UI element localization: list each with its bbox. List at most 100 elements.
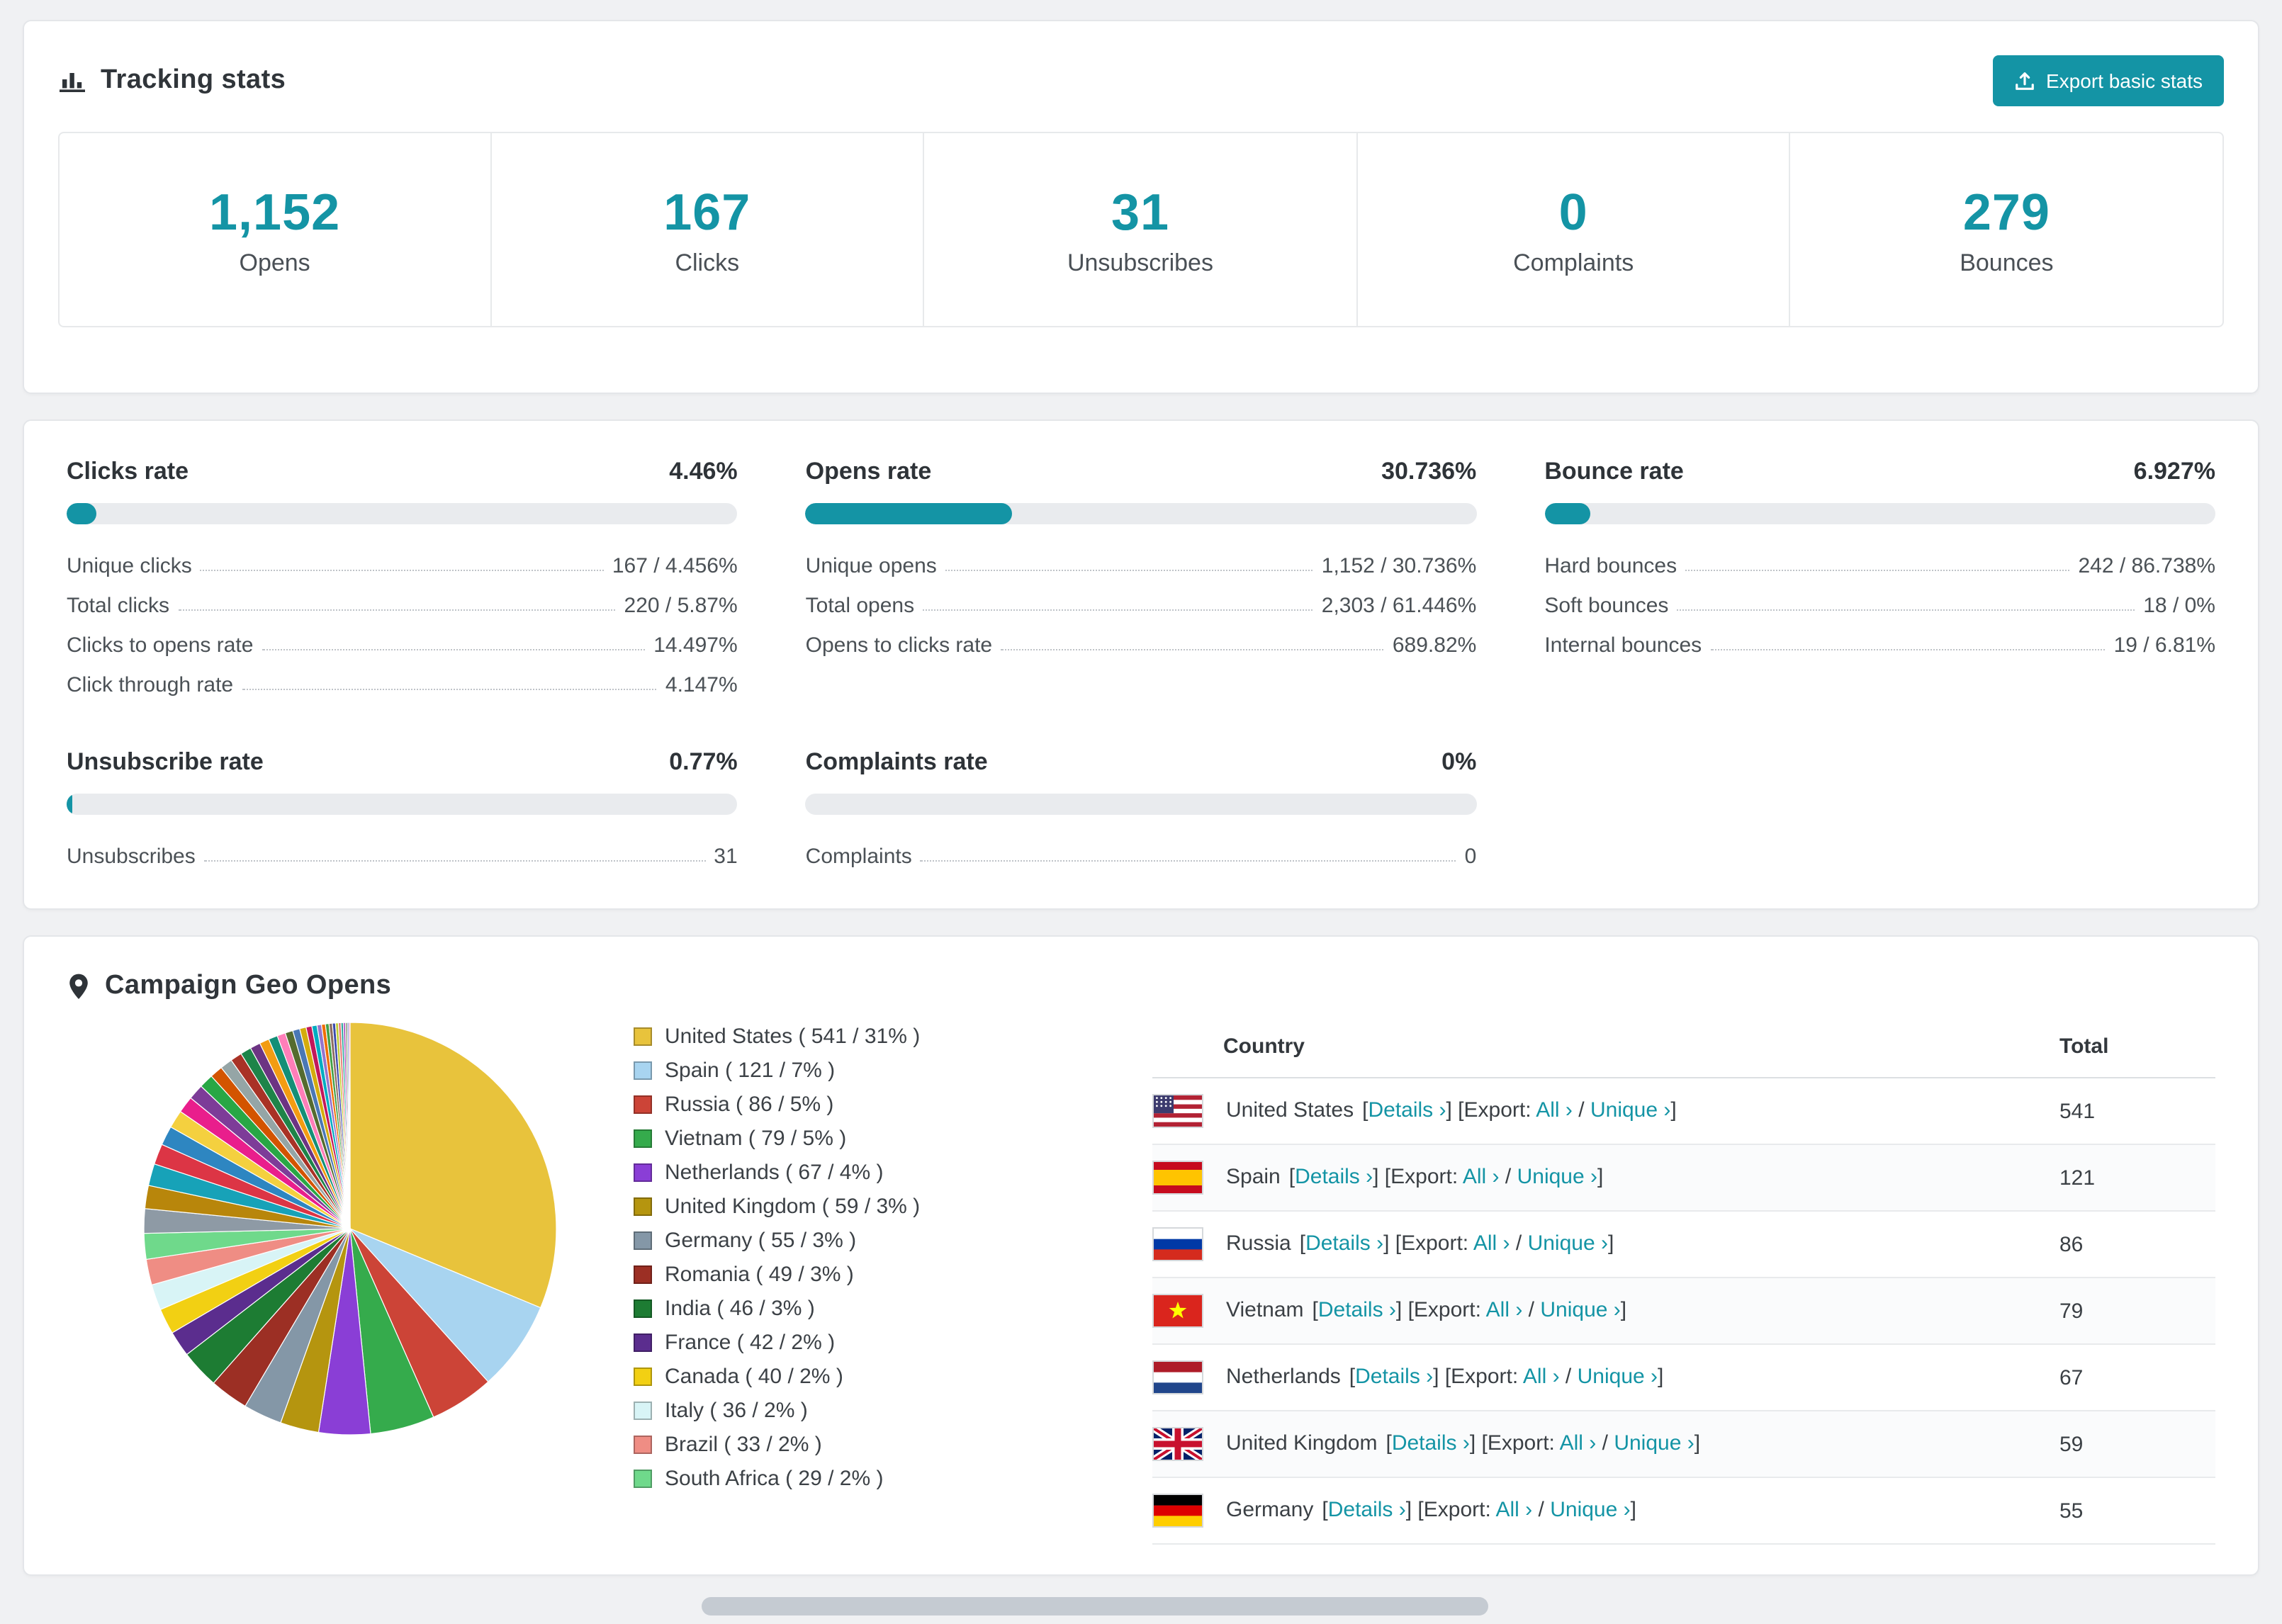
- export-unique-link[interactable]: Unique ›: [1528, 1231, 1608, 1256]
- stat-line: Unique clicks 167 / 4.456%: [67, 554, 738, 578]
- unsubscribes-count: 31: [1111, 182, 1170, 240]
- bracket-text: ] [Export:: [1373, 1164, 1463, 1189]
- legend-label: India ( 46 / 3% ): [665, 1297, 815, 1321]
- legend-item: Romania ( 49 / 3% ): [634, 1263, 1101, 1287]
- geo-table-row: Russia [Details ›] [Export: All › / Uniqu…: [1152, 1211, 2215, 1278]
- export-all-link[interactable]: All ›: [1496, 1498, 1533, 1522]
- export-unique-link[interactable]: Unique ›: [1517, 1165, 1597, 1189]
- bracket-text: ]: [1658, 1364, 1664, 1389]
- flag-de-icon: [1152, 1494, 1203, 1528]
- bracket-text: ] [Export:: [1469, 1431, 1560, 1455]
- legend-label: Russia ( 86 / 5% ): [665, 1093, 834, 1117]
- legend-item: Canada ( 40 / 2% ): [634, 1365, 1101, 1389]
- complaints-rate-title: Complaints rate: [805, 748, 988, 775]
- geo-pie-chart: [67, 1016, 634, 1545]
- flag-ru-icon: [1152, 1227, 1203, 1261]
- export-all-link[interactable]: All ›: [1463, 1165, 1500, 1189]
- geo-table-header-row: Country Total: [1152, 1016, 2215, 1078]
- opens-label: Opens: [239, 249, 310, 276]
- bracket-text: [: [1299, 1231, 1306, 1256]
- export-unique-link[interactable]: Unique ›: [1614, 1431, 1694, 1455]
- geo-pie: [143, 1022, 557, 1436]
- bracket-text: ]: [1630, 1497, 1636, 1522]
- details-link[interactable]: Details ›: [1305, 1231, 1383, 1256]
- stat-line: Clicks to opens rate 14.497%: [67, 633, 738, 658]
- geo-table-row: United States [Details ›] [Export: All › …: [1152, 1078, 2215, 1145]
- country-name: United States: [1226, 1098, 1354, 1122]
- details-link[interactable]: Details ›: [1368, 1098, 1446, 1122]
- export-unique-link[interactable]: Unique ›: [1578, 1365, 1658, 1389]
- geo-table-row: Spain [Details ›] [Export: All › / Unique…: [1152, 1144, 2215, 1212]
- legend-item: Vietnam ( 79 / 5% ): [634, 1127, 1101, 1151]
- legend-label: Romania ( 49 / 3% ): [665, 1263, 854, 1287]
- bracket-text: ]: [1694, 1431, 1701, 1455]
- export-all-link[interactable]: All ›: [1486, 1298, 1523, 1322]
- legend-swatch: [634, 1333, 652, 1352]
- campaign-geo-opens-card: Campaign Geo Opens United States ( 541 /…: [23, 935, 2259, 1576]
- export-all-link[interactable]: All ›: [1473, 1231, 1510, 1256]
- legend-label: Italy ( 36 / 2% ): [665, 1399, 808, 1423]
- export-basic-stats-button[interactable]: Export basic stats: [1992, 55, 2224, 106]
- flag-nl-icon: [1152, 1360, 1203, 1394]
- clicks-rate-value: 4.46%: [669, 458, 738, 485]
- details-link[interactable]: Details ›: [1318, 1298, 1396, 1322]
- stat-line: Complaints 0: [805, 845, 1477, 869]
- legend-swatch: [634, 1265, 652, 1284]
- legend-label: South Africa ( 29 / 2% ): [665, 1467, 884, 1491]
- geo-table-row: United Kingdom [Details ›] [Export: All ›…: [1152, 1411, 2215, 1478]
- total-value: 79: [2059, 1278, 2215, 1345]
- page: Tracking stats Export basic stats 1,152 …: [0, 0, 2282, 1624]
- legend-item: India ( 46 / 3% ): [634, 1297, 1101, 1321]
- total-value: 121: [2059, 1144, 2215, 1212]
- legend-label: United States ( 541 / 31% ): [665, 1025, 921, 1049]
- legend-item: Germany ( 55 / 3% ): [634, 1229, 1101, 1253]
- stats-summary: 1,152 Opens 167 Clicks 31 Unsubscribes 0…: [58, 132, 2224, 327]
- legend-item: Netherlands ( 67 / 4% ): [634, 1161, 1101, 1185]
- country-column-header: Country: [1152, 1016, 2059, 1078]
- legend-label: Vietnam ( 79 / 5% ): [665, 1127, 847, 1151]
- details-link[interactable]: Details ›: [1295, 1165, 1373, 1189]
- bounce-rate-progress: [1544, 503, 2215, 524]
- country-name: United Kingdom: [1226, 1431, 1378, 1455]
- export-unique-link[interactable]: Unique ›: [1590, 1098, 1670, 1122]
- unsubscribe-rate-value: 0.77%: [669, 748, 738, 775]
- legend-swatch: [634, 1436, 652, 1454]
- details-link[interactable]: Details ›: [1355, 1365, 1433, 1389]
- total-value: 55: [2059, 1477, 2215, 1545]
- legend-label: Spain ( 121 / 7% ): [665, 1059, 836, 1083]
- country-name: Russia: [1226, 1231, 1291, 1256]
- flag-vn-icon: [1152, 1294, 1203, 1328]
- export-all-link[interactable]: All ›: [1523, 1365, 1560, 1389]
- tracking-stats-title: Tracking stats: [101, 65, 286, 95]
- bracket-text: /: [1559, 1364, 1578, 1389]
- bracket-text: [: [1288, 1164, 1295, 1189]
- bracket-text: /: [1510, 1231, 1528, 1256]
- legend-label: France ( 42 / 2% ): [665, 1331, 836, 1355]
- bracket-text: ]: [1620, 1297, 1627, 1322]
- stat-line: Click through rate 4.147%: [67, 673, 738, 697]
- opens-rate-value: 30.736%: [1381, 458, 1477, 485]
- clicks-rate-panel: Clicks rate 4.46% Unique clicks 167 / 4.4…: [67, 458, 738, 700]
- legend-label: United Kingdom ( 59 / 3% ): [665, 1195, 921, 1219]
- stat-box-unsubscribes: 31 Unsubscribes: [923, 132, 1358, 327]
- legend-swatch: [634, 1061, 652, 1080]
- country-name: Netherlands: [1226, 1364, 1341, 1389]
- unsubscribe-rate-panel: Unsubscribe rate 0.77% Unsubscribes 31: [67, 748, 738, 872]
- details-link[interactable]: Details ›: [1328, 1498, 1406, 1522]
- legend-item: United States ( 541 / 31% ): [634, 1025, 1101, 1049]
- stat-line: Unsubscribes 31: [67, 845, 738, 869]
- export-icon: [2013, 70, 2035, 91]
- rates-card: Clicks rate 4.46% Unique clicks 167 / 4.4…: [23, 419, 2259, 910]
- country-name: Vietnam: [1226, 1297, 1304, 1322]
- export-unique-link[interactable]: Unique ›: [1540, 1298, 1620, 1322]
- horizontal-scrollbar-thumb[interactable]: [702, 1597, 1488, 1615]
- stat-box-opens: 1,152 Opens: [58, 132, 492, 327]
- bracket-text: ] [Export:: [1395, 1297, 1486, 1322]
- export-all-link[interactable]: All ›: [1536, 1098, 1573, 1122]
- stat-line: Hard bounces 242 / 86.738%: [1544, 554, 2215, 578]
- export-all-link[interactable]: All ›: [1560, 1431, 1597, 1455]
- export-unique-link[interactable]: Unique ›: [1550, 1498, 1630, 1522]
- details-link[interactable]: Details ›: [1392, 1431, 1470, 1455]
- bounce-rate-panel: Bounce rate 6.927% Hard bounces 242 / 86.…: [1544, 458, 2215, 700]
- stat-line: Unique opens 1,152 / 30.736%: [805, 554, 1477, 578]
